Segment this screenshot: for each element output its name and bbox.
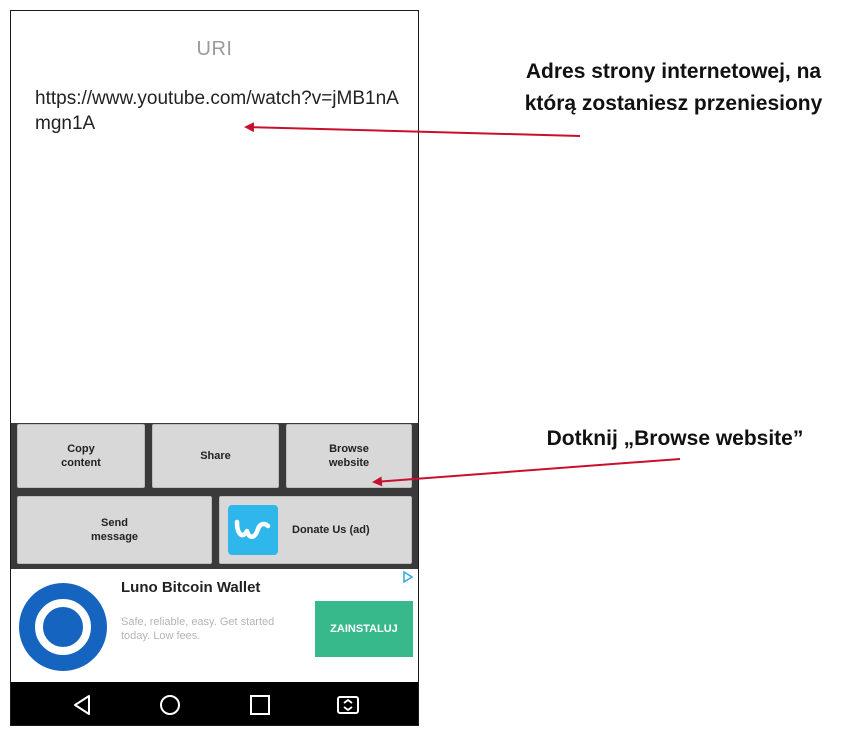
browse-arrow (372, 458, 681, 487)
annotation-arrows (244, 122, 681, 487)
address-arrow (244, 122, 581, 137)
